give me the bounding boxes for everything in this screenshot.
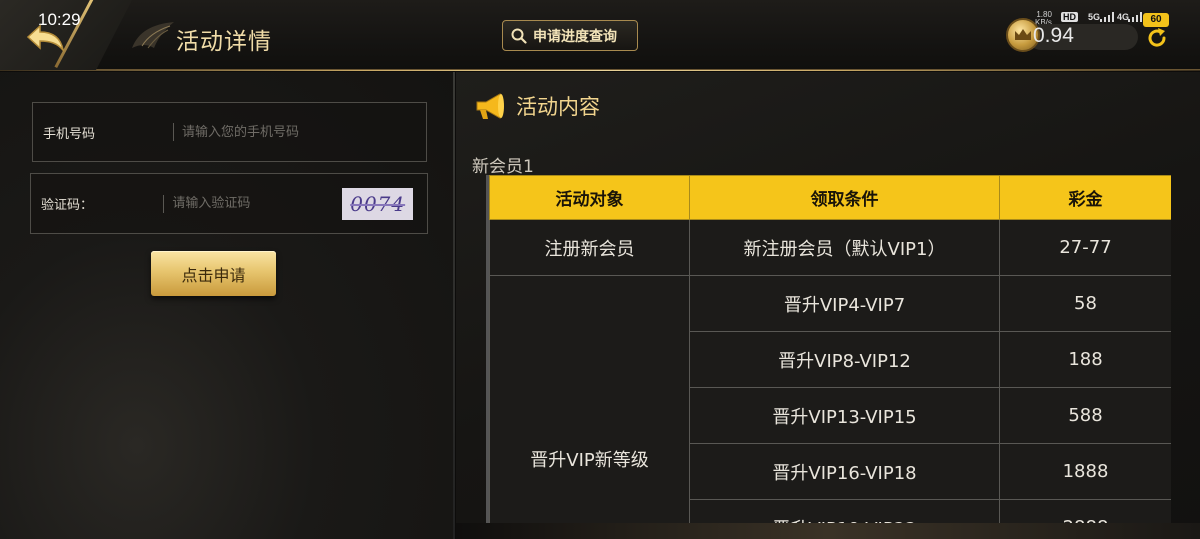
phone-field: 手机号码 — [32, 102, 427, 162]
apply-button[interactable]: 点击申请 — [151, 251, 276, 296]
signal-bars-icon-2 — [1128, 12, 1142, 22]
phone-input[interactable] — [182, 103, 426, 161]
signal-bars-icon — [1100, 12, 1114, 22]
application-panel: 手机号码 验证码： 0074 点击申请 — [0, 72, 455, 539]
table-header-row: 活动对象 领取条件 彩金 — [489, 175, 1171, 220]
section-title: 活动内容 — [516, 95, 600, 119]
field-separator — [163, 194, 165, 213]
cell-bonus: 588 — [999, 387, 1171, 444]
header-condition: 领取条件 — [689, 175, 1000, 220]
cell-target: 晋升VIP新等级 — [489, 275, 690, 527]
balance-value: 0.94 — [1033, 24, 1074, 47]
cell-condition: 晋升VIP4-VIP7 — [689, 275, 1000, 332]
cell-condition: 新注册会员（默认VIP1） — [689, 219, 1000, 276]
activity-content-panel: 活动内容 新会员1 活动对象 领取条件 彩金 注册新会员 新注册会员（默认VIP… — [456, 72, 1200, 539]
page-title: 活动详情 — [176, 29, 272, 55]
verification-input[interactable] — [172, 174, 343, 233]
captcha-image[interactable]: 0074 — [342, 187, 413, 220]
field-separator — [173, 123, 174, 141]
reward-table-container: 活动对象 领取条件 彩金 注册新会员 新注册会员（默认VIP1） 27-77 晋… — [486, 175, 1171, 527]
progress-query-label: 申请进度查询 — [533, 28, 617, 45]
verification-field: 验证码： 0074 — [30, 173, 428, 234]
cell-target: 注册新会员 — [489, 219, 690, 276]
refresh-icon[interactable] — [1145, 26, 1169, 50]
bottom-decor-strip — [456, 523, 1200, 539]
top-bar: 10:29 活动详情 申请进度查询 1.80 KB/s HD 5G 4G 60 … — [0, 0, 1200, 71]
header-target: 活动对象 — [489, 175, 690, 220]
battery-indicator: 60 — [1143, 13, 1169, 27]
header-bonus: 彩金 — [999, 175, 1171, 220]
megaphone-icon — [476, 93, 504, 119]
cell-bonus: 1888 — [999, 443, 1171, 500]
back-arrow-icon — [26, 24, 65, 53]
cell-bonus: 58 — [999, 275, 1171, 332]
cell-condition: 晋升VIP13-VIP15 — [689, 387, 1000, 444]
activity-subtitle: 新会员1 — [472, 157, 534, 177]
section-header: 活动内容 — [474, 91, 600, 121]
progress-query-button[interactable]: 申请进度查询 — [502, 20, 638, 51]
cell-condition: 晋升VIP16-VIP18 — [689, 443, 1000, 500]
phone-label: 手机号码 — [43, 126, 96, 142]
cell-condition: 晋升VIP8-VIP12 — [689, 331, 1000, 388]
search-icon — [511, 28, 527, 44]
reward-table: 活动对象 领取条件 彩金 注册新会员 新注册会员（默认VIP1） 27-77 晋… — [489, 175, 1171, 527]
table-row: 晋升VIP新等级 晋升VIP4-VIP7 58 — [489, 275, 1171, 527]
verification-label: 验证码： — [41, 198, 94, 213]
cell-bonus: 27-77 — [999, 219, 1171, 276]
table-row: 注册新会员 新注册会员（默认VIP1） 27-77 — [489, 219, 1171, 276]
cell-bonus: 188 — [999, 331, 1171, 388]
back-button[interactable] — [26, 22, 66, 53]
moth-ornament-icon — [132, 22, 174, 49]
hd-badge: HD — [1061, 12, 1078, 22]
signal-5g: 5G — [1088, 12, 1101, 22]
